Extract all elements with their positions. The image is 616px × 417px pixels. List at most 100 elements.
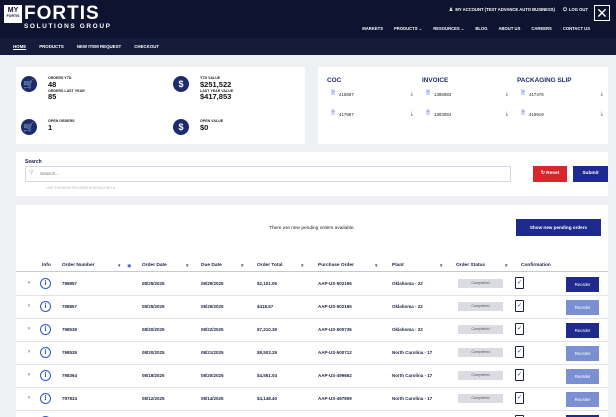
invoice-doc-row[interactable]: 🗎 1395083 ⤓ [422,89,510,99]
packing-doc-row[interactable]: 🗎 415919 ⤓ [517,109,605,119]
search-range-hint[interactable]: LAST 5 MONTHS RECORDS IN RESULT-SET ▾ [46,186,115,190]
subnav-new-item-request[interactable]: NEW ITEM REQUEST [77,44,121,49]
coc-doc-row[interactable]: 🗎 417967 ⤓ [327,109,415,119]
order-total: $7,210.36 [257,327,278,332]
subnav-products[interactable]: PRODUCTS [39,44,64,49]
purchase-order: AAP-US-500736 [318,327,352,332]
logo-badge-subtext: FORTIS [6,14,20,18]
download-icon[interactable]: ⤓ [601,111,603,118]
menu-careers[interactable]: CAREERS [531,26,551,31]
order-date: 08/25/2025 [142,304,165,309]
order-date: 08/20/2025 [142,350,165,355]
confirmation-doc-icon[interactable]: ✓ [515,323,524,335]
reorder-button[interactable]: Reorder [566,346,599,361]
download-icon[interactable]: ⤓ [411,111,413,118]
info-icon[interactable]: i [40,324,51,335]
logo-wordmark: FORTIS SOLUTIONS GROUP [24,4,112,30]
reset-button[interactable]: ↻ Reset [533,166,567,182]
show-pending-orders-button[interactable]: Show new pending orders [516,219,601,236]
download-icon[interactable]: ⤓ [411,91,413,98]
menu-blog[interactable]: BLOG [475,26,487,31]
account-links: ♟ MY ACCOUNT (TEST ADVANCE AUTO BUSINESS)… [449,7,588,13]
col-order-total[interactable]: Order Total [257,263,283,268]
reorder-button[interactable]: Reorder [566,300,599,315]
orders-table-header: Info Order Number ▼ ▣ Order Date ▼ Due D… [16,260,608,272]
invoice-heading: INVOICE [422,77,449,84]
col-order-status[interactable]: Order Status [456,263,485,268]
reorder-button[interactable]: Reorder [566,323,599,338]
subnav-home[interactable]: HOME [13,44,26,49]
col-order-number[interactable]: Order Number [62,263,95,268]
info-icon[interactable]: i [40,347,51,358]
packing-doc-number: 415919 [529,111,544,117]
purchase-order: AAP-US-500712 [318,350,352,355]
expand-row-chevron-icon[interactable]: › [28,326,30,332]
expand-row-chevron-icon[interactable]: › [28,395,30,401]
plant: Oklahoma - 22 [392,281,423,286]
logout-link[interactable]: ⏻ LOG OUT [563,7,588,13]
expand-row-chevron-icon[interactable]: › [28,372,30,378]
expand-row-chevron-icon[interactable]: › [28,280,30,286]
col-order-date[interactable]: Order Date [142,263,167,268]
reorder-button[interactable]: Reorder [566,277,599,292]
status-badge: Completed [458,302,503,311]
close-icon[interactable]: ✕ [594,5,610,21]
submit-button[interactable]: Submit [573,166,608,182]
dollar-icon: $ [173,119,189,135]
expand-row-chevron-icon[interactable]: › [28,303,30,309]
filter-icon[interactable]: ▼ [240,263,244,268]
reorder-button[interactable]: Reorder [566,392,599,407]
info-icon[interactable]: i [40,370,51,381]
filter-icon[interactable]: ▼ [504,263,508,268]
col-purchase-order[interactable]: Purchase Order [318,263,354,268]
filter-icon[interactable]: ▼ [185,263,189,268]
filter-icon[interactable]: ▼ [117,263,121,268]
documents-panel: COC 🗎 415867 ⤓ 🗎 417967 ⤓ INVOICE 🗎 1395… [318,67,608,144]
my-account-link[interactable]: ♟ MY ACCOUNT (TEST ADVANCE AUTO BUSINESS) [449,7,555,13]
info-icon[interactable]: i [40,301,51,312]
reorder-button[interactable]: Reorder [566,369,599,384]
confirmation-doc-icon[interactable]: ✓ [515,346,524,358]
invoice-doc-row[interactable]: 🗎 1393084 ⤓ [422,109,510,119]
invoice-doc-number: 1393084 [434,111,452,117]
filter-icon[interactable]: ▼ [374,263,378,268]
col-plant[interactable]: Plant [392,263,404,268]
menu-products[interactable]: PRODUCTS ⌄ [394,26,422,31]
table-row: › i 798535 08/20/2025 08/21/2025 $8,503.29 AAP… [16,342,608,365]
packing-doc-row[interactable]: 🗎 417476 ⤓ [517,89,605,99]
file-icon: 🗎 [426,110,431,116]
info-icon[interactable]: i [40,393,51,404]
download-icon[interactable]: ⤓ [601,91,603,98]
menu-contact-us[interactable]: CONTACT US [563,26,590,31]
expand-row-chevron-icon[interactable]: › [28,349,30,355]
download-icon[interactable]: ⤓ [506,91,508,98]
user-icon: ♟ [448,7,454,13]
search-icon: ⚲ [29,170,34,176]
confirmation-doc-icon[interactable]: ✓ [515,369,524,381]
menu-about-us[interactable]: ABOUT US [499,26,521,31]
menu-resources[interactable]: RESOURCES ⌄ [433,26,464,31]
subnav-checkout[interactable]: CHECKOUT [134,44,159,49]
search-input[interactable] [25,166,511,182]
plant: Oklahoma - 22 [392,327,423,332]
confirmation-doc-icon[interactable]: ✓ [515,392,524,404]
status-badge: Completed [458,279,503,288]
cart-icon: 🛒 [21,119,37,135]
order-number: 798536 [62,327,78,332]
main-menu: MARKETS PRODUCTS ⌄ RESOURCES ⌄ BLOG ABOU… [362,26,590,31]
col-due-date[interactable]: Due Date [201,263,222,268]
logo-sub-text: SOLUTIONS GROUP [24,23,112,30]
fortis-logo[interactable]: MY FORTIS FORTIS SOLUTIONS GROUP [4,4,112,31]
confirmation-doc-icon[interactable]: ✓ [515,300,524,312]
stats-panel: 🛒 ORDERS YTD 48 ORDERS LAST YEAR 85 $ YT… [16,67,305,144]
menu-markets[interactable]: MARKETS [362,26,383,31]
order-number: 797834 [62,396,78,401]
filter-icon[interactable]: ▼ [300,263,304,268]
coc-doc-row[interactable]: 🗎 415867 ⤓ [327,89,415,99]
confirmation-doc-icon[interactable]: ✓ [515,277,524,289]
orders-panel: There are new pending orders available. … [16,205,608,417]
filter-icon[interactable]: ▼ [439,263,443,268]
column-chooser-icon[interactable]: ▣ [127,263,131,269]
download-icon[interactable]: ⤓ [506,111,508,118]
info-icon[interactable]: i [40,278,51,289]
